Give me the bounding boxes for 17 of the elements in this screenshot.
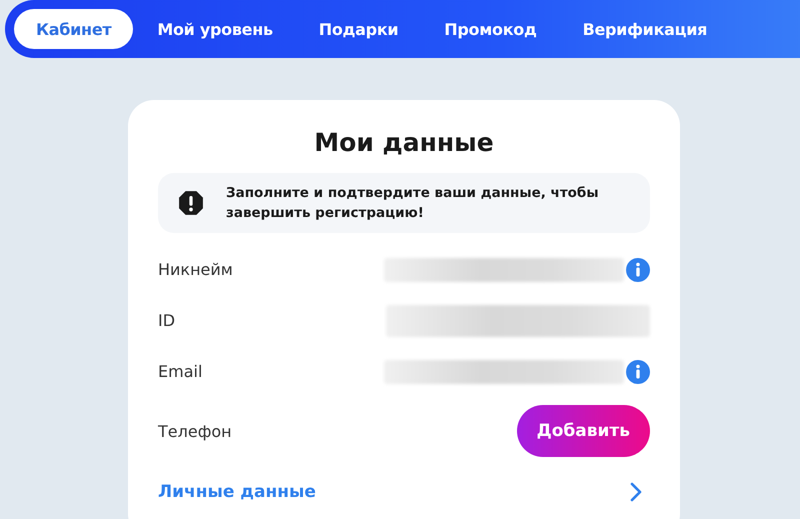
notice-text: Заполните и подтвердите ваши данные, чтобы завершить регистрацию! (226, 184, 600, 223)
card-title: Мои данные (313, 128, 495, 157)
info-icon[interactable] (626, 258, 650, 282)
chevron-right-icon[interactable] (630, 482, 642, 502)
personal-data-link[interactable]: Личные данные (158, 482, 316, 502)
field-label: ID (158, 311, 176, 330)
nav-tab[interactable]: Мой уровень (135, 9, 295, 49)
info-icon[interactable] (626, 360, 650, 384)
nav-tab[interactable]: Подарки (296, 9, 420, 49)
field-label: Никнейм (158, 260, 233, 279)
field-label: Email (158, 362, 202, 381)
warning-icon (178, 190, 204, 216)
nav-tab[interactable]: Кабинет (14, 9, 134, 49)
nav-tab[interactable]: Промокод (422, 9, 559, 49)
field-label: Телефон (158, 422, 232, 440)
add-button[interactable]: Добавить (516, 405, 650, 457)
nav-tab[interactable]: Верификация (560, 9, 730, 49)
